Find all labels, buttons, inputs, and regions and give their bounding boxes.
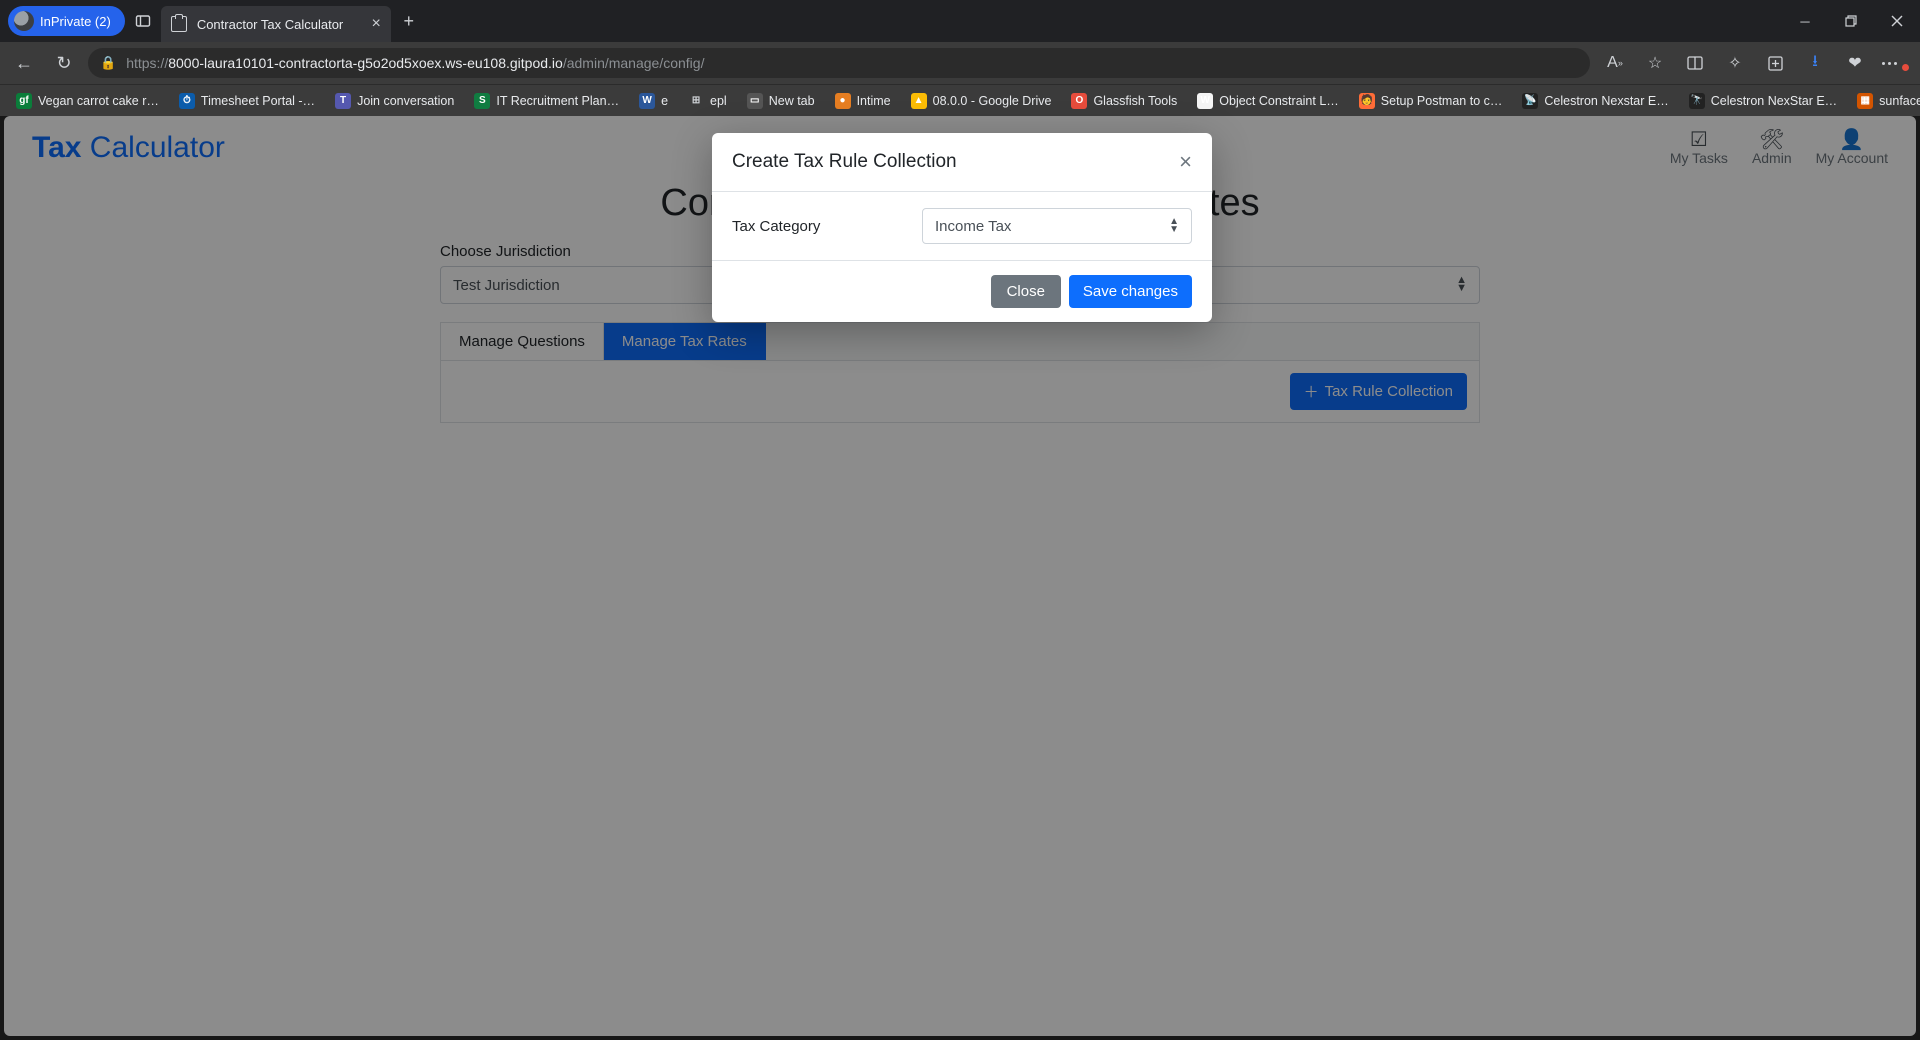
bookmark-item[interactable]: ● Intime: [827, 89, 899, 113]
window-minimize-button[interactable]: ─: [1782, 0, 1828, 42]
collections-icon[interactable]: [1758, 47, 1792, 79]
bookmark-label: 08.0.0 - Google Drive: [933, 94, 1052, 108]
bookmark-label: New tab: [769, 94, 815, 108]
modal-close-button[interactable]: Close: [991, 275, 1061, 308]
bookmark-favicon-icon: S: [474, 93, 490, 109]
modal-close-icon[interactable]: ×: [1179, 149, 1192, 175]
bookmark-label: IT Recruitment Plan…: [496, 94, 619, 108]
inprivate-label: InPrivate (2): [40, 14, 111, 29]
lock-icon: 🔒: [100, 55, 116, 71]
tax-category-select[interactable]: Income Tax ▲▼: [922, 208, 1192, 244]
bookmark-favicon-icon: ▭: [747, 93, 763, 109]
bookmark-label: Timesheet Portal -…: [201, 94, 315, 108]
bookmark-favicon-icon: 📡: [1522, 93, 1538, 109]
new-tab-button[interactable]: +: [391, 0, 427, 42]
nav-back-button[interactable]: ←: [8, 47, 40, 79]
tab-close-icon[interactable]: ×: [371, 15, 380, 33]
select-caret-icon: ▲▼: [1169, 218, 1179, 234]
inprivate-indicator[interactable]: InPrivate (2): [8, 6, 125, 36]
bookmark-favicon-icon: gf: [16, 93, 32, 109]
bookmark-label: Object Constraint L…: [1219, 94, 1339, 108]
bookmark-favicon-icon: W: [639, 93, 655, 109]
bookmarks-bar: gf Vegan carrot cake r… ⏱ Timesheet Portal …: [0, 84, 1920, 116]
tab-actions-icon[interactable]: [125, 0, 161, 42]
url-text: https://8000-laura10101-contractorta-g5o…: [126, 55, 704, 71]
tab-title: Contractor Tax Calculator: [197, 17, 362, 32]
bookmark-item[interactable]: W Object Constraint L…: [1189, 89, 1347, 113]
window-maximize-button[interactable]: [1828, 0, 1874, 42]
bookmark-favicon-icon: T: [335, 93, 351, 109]
bookmark-favicon-icon: W: [1197, 93, 1213, 109]
tax-category-label: Tax Category: [732, 218, 902, 235]
bookmark-label: Glassfish Tools: [1093, 94, 1177, 108]
toolbar-right: A» ☆ ✧ ⭳ ❤: [1598, 47, 1912, 79]
bookmark-label: Setup Postman to c…: [1381, 94, 1503, 108]
profile-avatar-icon: [14, 11, 34, 31]
bookmark-item[interactable]: 📡 Celestron Nexstar E…: [1514, 89, 1676, 113]
modal-header: Create Tax Rule Collection ×: [712, 133, 1212, 192]
bookmark-item[interactable]: T Join conversation: [327, 89, 462, 113]
modal-body: Tax Category Income Tax ▲▼: [712, 192, 1212, 260]
bookmark-favicon-icon: ⊞: [688, 93, 704, 109]
bookmark-item[interactable]: O Glassfish Tools: [1063, 89, 1185, 113]
bookmark-item[interactable]: gf Vegan carrot cake r…: [8, 89, 167, 113]
settings-menu-button[interactable]: [1878, 47, 1912, 79]
window-close-button[interactable]: [1874, 0, 1920, 42]
bookmark-label: Intime: [857, 94, 891, 108]
favorite-star-icon[interactable]: ☆: [1638, 47, 1672, 79]
bookmark-favicon-icon: ●: [835, 93, 851, 109]
tax-category-value: Income Tax: [935, 218, 1011, 235]
read-aloud-icon[interactable]: A»: [1598, 47, 1632, 79]
bookmark-item[interactable]: 🧑 Setup Postman to c…: [1351, 89, 1511, 113]
page-favicon-icon: [171, 16, 187, 32]
bookmark-favicon-icon: O: [1071, 93, 1087, 109]
bookmark-item[interactable]: ▦ sunface manual: [1849, 89, 1920, 113]
create-tax-rule-collection-modal: Create Tax Rule Collection × Tax Categor…: [712, 133, 1212, 322]
bookmark-item[interactable]: ▭ New tab: [739, 89, 823, 113]
modal-save-button[interactable]: Save changes: [1069, 275, 1192, 308]
nav-refresh-button[interactable]: ↻: [48, 47, 80, 79]
modal-footer: Close Save changes: [712, 260, 1212, 322]
browser-titlebar: InPrivate (2) Contractor Tax Calculator …: [0, 0, 1920, 42]
bookmark-label: epl: [710, 94, 727, 108]
split-screen-icon[interactable]: [1678, 47, 1712, 79]
browser-tab-active[interactable]: Contractor Tax Calculator ×: [161, 6, 391, 42]
bookmark-item[interactable]: ⊞ epl: [680, 89, 735, 113]
bookmark-item[interactable]: ⏱ Timesheet Portal -…: [171, 89, 323, 113]
bookmark-favicon-icon: ▦: [1857, 93, 1873, 109]
favorites-icon[interactable]: ✧: [1718, 47, 1752, 79]
bookmark-label: Celestron NexStar E…: [1711, 94, 1837, 108]
bookmark-favicon-icon: 🧑: [1359, 93, 1375, 109]
bookmark-item[interactable]: ▲ 08.0.0 - Google Drive: [903, 89, 1060, 113]
url-input[interactable]: 🔒 https://8000-laura10101-contractorta-g…: [88, 48, 1590, 78]
bookmark-item[interactable]: S IT Recruitment Plan…: [466, 89, 627, 113]
bookmark-favicon-icon: 🔭: [1689, 93, 1705, 109]
bookmark-item[interactable]: We: [631, 89, 676, 113]
bookmark-favicon-icon: ⏱: [179, 93, 195, 109]
bookmark-favicon-icon: ▲: [911, 93, 927, 109]
bookmark-item[interactable]: 🔭 Celestron NexStar E…: [1681, 89, 1845, 113]
modal-title: Create Tax Rule Collection: [732, 151, 1179, 173]
bookmark-label: Vegan carrot cake r…: [38, 94, 159, 108]
bookmark-label: Celestron Nexstar E…: [1544, 94, 1668, 108]
extensions-icon[interactable]: ❤: [1838, 47, 1872, 79]
bookmark-label: Join conversation: [357, 94, 454, 108]
browser-address-bar: ← ↻ 🔒 https://8000-laura10101-contractor…: [0, 42, 1920, 84]
bookmark-label: sunface manual: [1879, 94, 1920, 108]
downloads-icon[interactable]: ⭳: [1798, 47, 1832, 79]
bookmark-label: e: [661, 94, 668, 108]
